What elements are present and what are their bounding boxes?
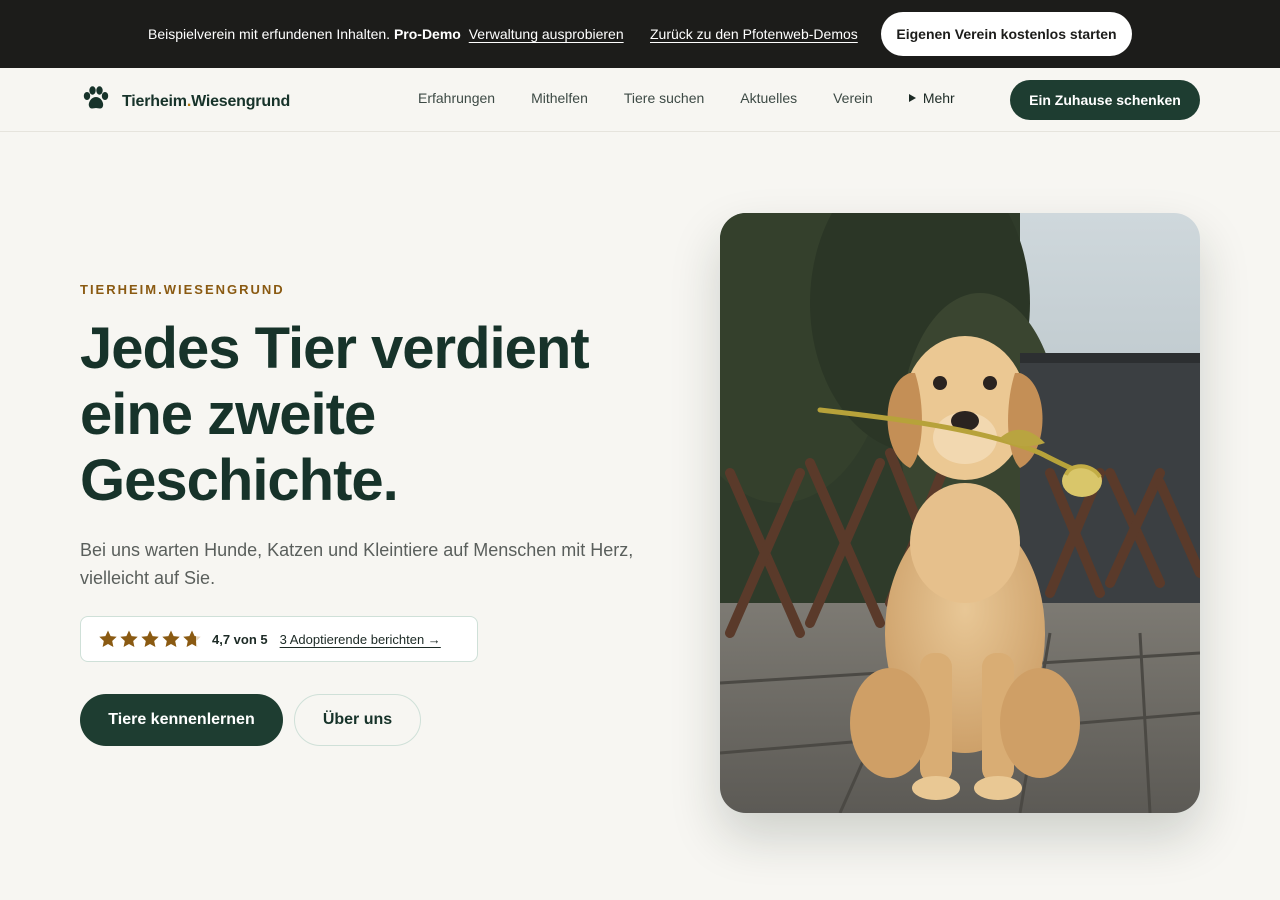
hero-dog-photo: [720, 213, 1200, 813]
star-icon: [162, 630, 180, 647]
about-us-button[interactable]: Über uns: [294, 694, 421, 746]
star-half-icon: [183, 630, 201, 647]
nav-link-erfahrungen[interactable]: Erfahrungen: [418, 90, 495, 106]
demo-banner: Beispielverein mit erfundenen Inhalten. …: [0, 0, 1280, 68]
brand-name: Tierheim.Wiesengrund: [122, 92, 291, 110]
main-nav: Tierheim.Wiesengrund Erfahrungen Mithelf…: [0, 68, 1280, 132]
start-club-button[interactable]: Eigenen Verein kostenlos starten: [881, 12, 1132, 56]
nav-link-mithelfen[interactable]: Mithelfen: [531, 90, 588, 106]
demo-banner-text: Beispielverein mit erfundenen Inhalten. …: [148, 25, 624, 43]
nav-link-verein[interactable]: Verein: [833, 90, 873, 106]
hero-subtitle: Bei uns warten Hunde, Katzen und Kleinti…: [80, 540, 634, 588]
hero-title: Jedes Tier verdient eine zweite Geschich…: [80, 316, 590, 513]
triangle-right-icon: [908, 94, 916, 102]
back-to-demos-link[interactable]: Zurück zu den Pfotenweb-Demos: [650, 25, 858, 43]
nav-links: Erfahrungen Mithelfen Tiere suchen Aktue…: [418, 90, 955, 106]
star-icon: [120, 630, 138, 647]
nav-more-toggle[interactable]: Mehr: [908, 90, 955, 106]
nav-more-label: Mehr: [922, 90, 955, 106]
brand-logo-link[interactable]: Tierheim.Wiesengrund: [82, 86, 290, 117]
rating-stars: [98, 629, 202, 649]
star-icon: [141, 630, 159, 647]
reviews-link[interactable]: 3 Adoptierende berichten →: [280, 632, 441, 647]
give-home-button[interactable]: Ein Zuhause schenken: [1010, 80, 1200, 120]
paw-icon: [82, 86, 110, 117]
meet-animals-button[interactable]: Tiere kennenlernen: [80, 694, 283, 746]
hero-eyebrow: TIERHEIM.WIESENGRUND: [80, 282, 285, 297]
nav-link-aktuelles[interactable]: Aktuelles: [740, 90, 797, 106]
nav-link-tiere-suchen[interactable]: Tiere suchen: [624, 90, 704, 106]
pro-demo-label: Pro-Demo: [393, 26, 461, 42]
star-icon: [99, 630, 117, 647]
rating-box: 4,7 von 5 3 Adoptierende berichten →: [80, 616, 478, 662]
admin-demo-link[interactable]: Verwaltung ausprobieren: [469, 26, 624, 42]
demo-notice: Beispielverein mit erfundenen Inhalten.: [148, 26, 391, 42]
rating-value: 4,7 von 5: [212, 631, 268, 647]
